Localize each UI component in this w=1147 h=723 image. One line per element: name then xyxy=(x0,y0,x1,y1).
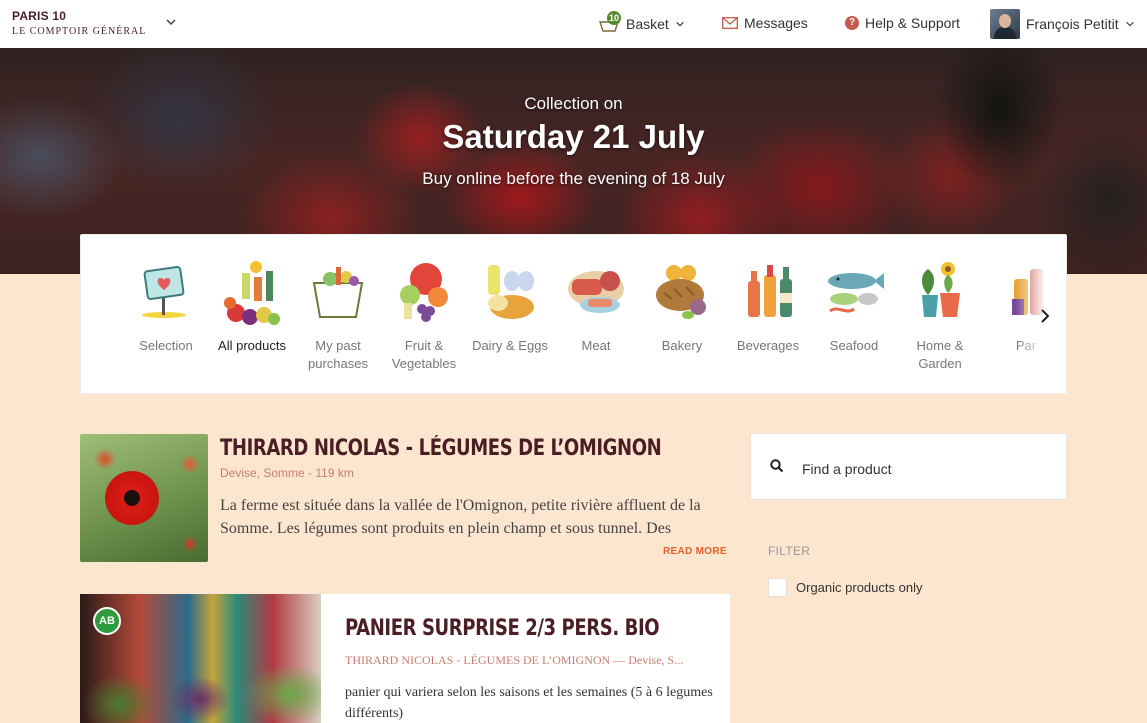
category-dairy-eggs[interactable]: Dairy & Eggs xyxy=(467,259,553,355)
product-description: panier qui variera selon les saisons et … xyxy=(345,685,713,721)
user-menu[interactable]: François Petitit xyxy=(990,9,1135,39)
category-past-purchases[interactable]: My past purchases xyxy=(295,259,381,373)
question-circle-icon: ? xyxy=(845,16,859,30)
search-icon xyxy=(770,459,784,473)
chevron-down-icon xyxy=(1125,21,1134,27)
chevron-right-icon[interactable] xyxy=(1034,305,1056,327)
messages-label: Messages xyxy=(744,15,808,31)
hero-pretitle: Collection on xyxy=(524,94,623,113)
chevron-down-icon xyxy=(676,21,684,27)
shopping-bag-icon xyxy=(306,259,370,323)
bread-icon xyxy=(650,259,714,323)
help-support-link[interactable]: ? Help & Support xyxy=(845,15,960,31)
category-label: All products xyxy=(218,338,286,353)
producer-photo[interactable] xyxy=(80,434,208,562)
basket-button[interactable]: 10 Basket xyxy=(598,11,685,33)
producer-title[interactable]: THIRARD NICOLAS - LÉGUMES DE L’OMIGNON xyxy=(220,436,662,461)
category-home-garden[interactable]: Home & Garden xyxy=(897,259,983,373)
category-label: Meat xyxy=(581,338,611,353)
category-label: Bakery xyxy=(661,338,703,353)
fish-icon xyxy=(822,259,886,323)
messages-link[interactable]: Messages xyxy=(722,15,808,31)
product-producer[interactable]: THIRARD NICOLAS - LÉGUMES DE L’OMIGNON —… xyxy=(345,653,705,668)
category-label: Dairy & Eggs xyxy=(472,338,548,353)
category-label: My past purchases xyxy=(308,338,368,371)
product-title[interactable]: PANIER SURPRISE 2/3 PERS. BIO xyxy=(345,616,660,641)
envelope-icon xyxy=(722,17,738,29)
basket-icon: 10 xyxy=(598,11,621,33)
basket-count-badge: 10 xyxy=(607,11,621,25)
store-name: LE COMPTOIR GÉNÉRAL xyxy=(12,26,147,37)
filter-heading: FILTER xyxy=(768,544,811,558)
search-placeholder: Find a product xyxy=(802,461,892,477)
category-meat[interactable]: Meat xyxy=(553,259,639,355)
organic-ab-badge: AB xyxy=(93,607,121,635)
category-carousel: Selection All products My past purchases… xyxy=(80,234,1067,394)
category-label: Fruit & Vegetables xyxy=(391,338,457,371)
producer-location: Devise, Somme - 119 km xyxy=(220,466,354,480)
all-products-icon xyxy=(220,259,284,325)
store-selector[interactable]: PARIS 10 LE COMPTOIR GÉNÉRAL xyxy=(12,9,146,37)
user-name: François Petitit xyxy=(1026,16,1119,32)
read-more-link[interactable]: READ MORE xyxy=(653,546,727,557)
category-seafood[interactable]: Seafood xyxy=(811,259,897,355)
category-beverages[interactable]: Beverages xyxy=(725,259,811,355)
hero-collection-date: Saturday 21 July xyxy=(442,118,705,155)
category-label: Selection xyxy=(139,338,193,353)
category-label: Seafood xyxy=(829,338,879,353)
organic-filter-label: Organic products only xyxy=(796,580,923,595)
top-bar: PARIS 10 LE COMPTOIR GÉNÉRAL 10 Basket M… xyxy=(0,0,1147,48)
search-input[interactable]: Find a product xyxy=(750,433,1067,500)
help-label: Help & Support xyxy=(865,15,960,31)
dairy-eggs-icon xyxy=(478,259,542,323)
hero-subtitle: Buy online before the evening of 18 July xyxy=(422,169,725,188)
fruit-vegetables-icon xyxy=(392,259,456,323)
selection-sign-icon xyxy=(134,259,198,323)
plants-icon xyxy=(908,259,972,323)
organic-filter-checkbox[interactable]: Organic products only xyxy=(768,578,922,597)
category-bakery[interactable]: Bakery xyxy=(639,259,725,355)
meat-icon xyxy=(564,259,628,323)
checkbox[interactable] xyxy=(768,578,787,597)
category-selection[interactable]: Selection xyxy=(123,259,209,355)
store-city: PARIS 10 xyxy=(12,9,67,23)
chevron-down-icon[interactable] xyxy=(165,16,177,28)
category-fruit-vegetables[interactable]: Fruit & Vegetables xyxy=(381,259,467,373)
product-photo[interactable]: AB xyxy=(80,594,321,723)
category-label: Beverages xyxy=(736,338,800,353)
bottles-icon xyxy=(736,259,800,323)
avatar xyxy=(990,9,1020,39)
category-label: Home & Garden xyxy=(916,338,964,371)
category-all-products[interactable]: All products xyxy=(209,259,295,355)
product-card[interactable]: AB PANIER SURPRISE 2/3 PERS. BIO THIRARD… xyxy=(80,594,730,723)
producer-card: THIRARD NICOLAS - LÉGUMES DE L’OMIGNON D… xyxy=(80,434,730,562)
basket-label: Basket xyxy=(626,16,669,32)
